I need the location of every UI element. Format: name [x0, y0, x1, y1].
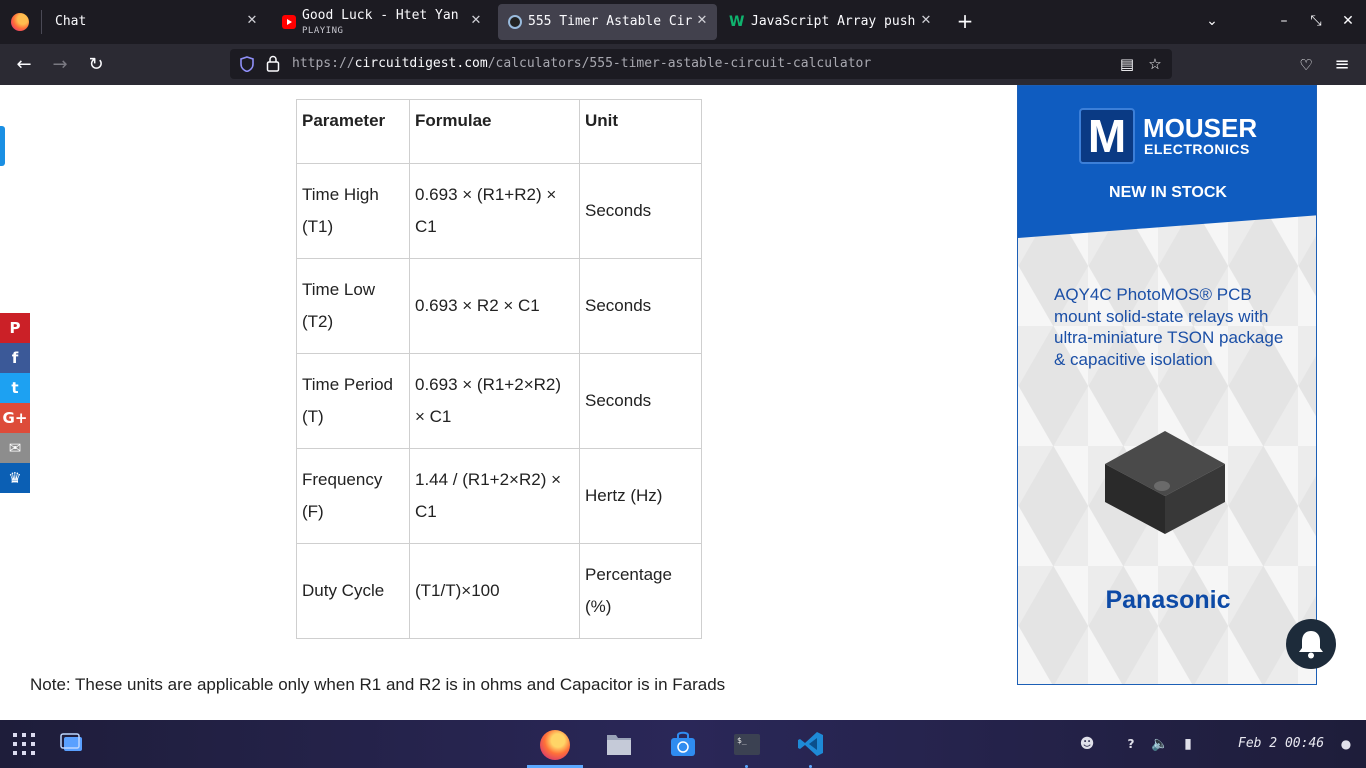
address-bar[interactable]: https://circuitdigest.com/calculators/55…	[230, 49, 1172, 79]
table-cell-unit: Seconds	[579, 258, 702, 354]
url-host: circuitdigest.com	[354, 56, 488, 71]
table-row: Time High (T1) 0.693 × (R1+R2) × C1 Seco…	[296, 163, 702, 259]
units-note: Note: These units are applicable only wh…	[30, 675, 726, 694]
url-path: /calculators/555-timer-astable-circuit-c…	[487, 56, 872, 71]
table-cell-unit: Seconds	[579, 353, 702, 449]
close-icon[interactable]: ✕	[918, 11, 934, 31]
status-dot-icon[interactable]: ●	[1336, 734, 1356, 754]
terminal-icon[interactable]: $_	[733, 730, 761, 758]
menu-icon[interactable]: ≡	[1331, 54, 1353, 76]
close-icon[interactable]: ✕	[244, 11, 260, 31]
tab-chat[interactable]: Chat ✕	[42, 4, 270, 40]
close-icon[interactable]: ✕	[694, 11, 710, 31]
svg-text:$_: $_	[737, 736, 747, 745]
clock[interactable]: Feb 2 00:46	[1238, 736, 1324, 751]
table-row: Time Period (T) 0.693 × (R1+2×R2) × C1 S…	[296, 353, 702, 449]
firefox-logo-icon[interactable]	[11, 13, 29, 31]
tab-title: 555 Timer Astable Cir	[528, 14, 693, 29]
files-icon[interactable]	[605, 730, 633, 758]
reader-view-icon[interactable]: ▤	[1118, 55, 1136, 73]
youtube-icon	[282, 15, 296, 29]
table-cell-formula: 0.693 × R2 × C1	[409, 258, 580, 354]
tab-title: Chat	[55, 14, 87, 29]
sumo-icon[interactable]: ♛	[0, 463, 30, 493]
tracking-shield-icon[interactable]	[240, 56, 254, 72]
tab-youtube[interactable]: Good Luck - Htet Yan PLAYING ✕	[272, 4, 496, 40]
reload-icon[interactable]: ↻	[85, 54, 107, 76]
mouser-logo-icon: M	[1079, 108, 1135, 164]
firefox-taskbar-icon[interactable]	[540, 730, 570, 760]
table-cell-formula: 0.693 × (R1+2×R2) × C1	[409, 353, 580, 449]
close-window-icon[interactable]: ✕	[1338, 11, 1358, 31]
navigation-bar: ← → ↻ https://circuitdigest.com/calculat…	[0, 44, 1366, 85]
url-text[interactable]: https://circuitdigest.com/calculators/55…	[292, 56, 871, 71]
table-cell-parameter: Time Period (T)	[296, 353, 410, 449]
table-cell-parameter: Time High (T1)	[296, 163, 410, 259]
lock-icon[interactable]	[266, 55, 280, 72]
tab-strip: Chat ✕ Good Luck - Htet Yan PLAYING ✕ 55…	[0, 0, 1366, 44]
table-cell-formula: 0.693 × (R1+R2) × C1	[409, 163, 580, 259]
twitter-icon[interactable]: t	[0, 373, 30, 403]
email-icon[interactable]: ✉	[0, 433, 30, 463]
circuitdigest-icon	[508, 15, 522, 29]
back-arrow-icon[interactable]: ←	[13, 54, 35, 76]
table-cell-unit: Percentage (%)	[579, 543, 702, 639]
pinterest-icon[interactable]: P	[0, 313, 30, 343]
notification-bell-button[interactable]	[1286, 619, 1336, 669]
tab-javascript[interactable]: W JavaScript Array push ✕	[719, 4, 941, 40]
table-cell-parameter: Time Low (T2)	[296, 258, 410, 354]
google-plus-icon[interactable]: G+	[0, 403, 30, 433]
table-header: Unit	[579, 99, 702, 164]
facebook-icon[interactable]: f	[0, 343, 30, 373]
discord-icon[interactable]: ☻	[1077, 734, 1097, 754]
minimize-icon[interactable]: –	[1274, 11, 1294, 31]
mouser-advertisement[interactable]: M MOUSER ELECTRONICS NEW IN STOCK AQY4C …	[1017, 85, 1317, 685]
table-header: Parameter	[296, 99, 410, 164]
pocket-icon[interactable]: ♡	[1295, 54, 1317, 76]
restore-icon[interactable]: ⤡	[1306, 11, 1326, 31]
side-feedback-tab[interactable]	[0, 126, 5, 166]
bookmark-star-icon[interactable]: ☆	[1146, 55, 1164, 73]
table-cell-formula: 1.44 / (R1+2×R2) × C1	[409, 448, 580, 544]
workspaces-icon[interactable]	[60, 732, 84, 754]
relay-chip-image	[1105, 431, 1225, 534]
table-header-row: Parameter Formulae Unit	[296, 99, 702, 164]
tab-title: Good Luck - Htet Yan	[302, 8, 459, 23]
tab-title: JavaScript Array push	[751, 14, 916, 29]
app-grid-icon[interactable]	[12, 732, 36, 756]
table-header: Formulae	[409, 99, 580, 164]
ad-tagline: NEW IN STOCK	[1109, 184, 1227, 201]
table-row: Time Low (T2) 0.693 × R2 × C1 Seconds	[296, 258, 702, 354]
ad-body-text: AQY4C PhotoMOS® PCB mount solid-state re…	[1054, 285, 1284, 369]
tab-555-timer[interactable]: 555 Timer Astable Cir ✕	[498, 4, 717, 40]
table-row: Frequency (F) 1.44 / (R1+2×R2) × C1 Hert…	[296, 448, 702, 544]
new-tab-button[interactable]: +	[955, 11, 975, 31]
ad-brand-sub: ELECTRONICS	[1144, 141, 1250, 157]
help-icon[interactable]: ?	[1121, 734, 1141, 754]
table-cell-formula: (T1/T)×100	[409, 543, 580, 639]
bell-icon	[1299, 631, 1323, 659]
tab-playing-label: PLAYING	[302, 26, 344, 36]
ad-maker: Panasonic	[1105, 586, 1231, 614]
url-prefix: https://	[292, 56, 355, 71]
close-icon[interactable]: ✕	[468, 11, 484, 31]
table-cell-unit: Seconds	[579, 163, 702, 259]
taskbar: $_ ☻ ? 🔈 ▮ Feb 2 00:46 ●	[0, 720, 1366, 768]
ad-brand: MOUSER	[1143, 113, 1258, 143]
parameter-table: Parameter Formulae Unit Time High (T1) 0…	[296, 99, 702, 639]
table-cell-parameter: Duty Cycle	[296, 543, 410, 639]
battery-icon[interactable]: ▮	[1178, 734, 1198, 754]
store-icon[interactable]	[669, 730, 697, 758]
w3-icon: W	[729, 14, 745, 30]
page-content: Parameter Formulae Unit Time High (T1) 0…	[0, 85, 1366, 720]
ad-header-band	[1018, 86, 1316, 238]
forward-arrow-icon[interactable]: →	[49, 54, 71, 76]
table-cell-unit: Hertz (Hz)	[579, 448, 702, 544]
tab-list-chevron-icon[interactable]: ⌄	[1202, 11, 1222, 31]
vscode-icon[interactable]	[797, 730, 825, 758]
table-cell-parameter: Frequency (F)	[296, 448, 410, 544]
table-row: Duty Cycle (T1/T)×100 Percentage (%)	[296, 543, 702, 639]
volume-icon[interactable]: 🔈	[1150, 734, 1170, 754]
